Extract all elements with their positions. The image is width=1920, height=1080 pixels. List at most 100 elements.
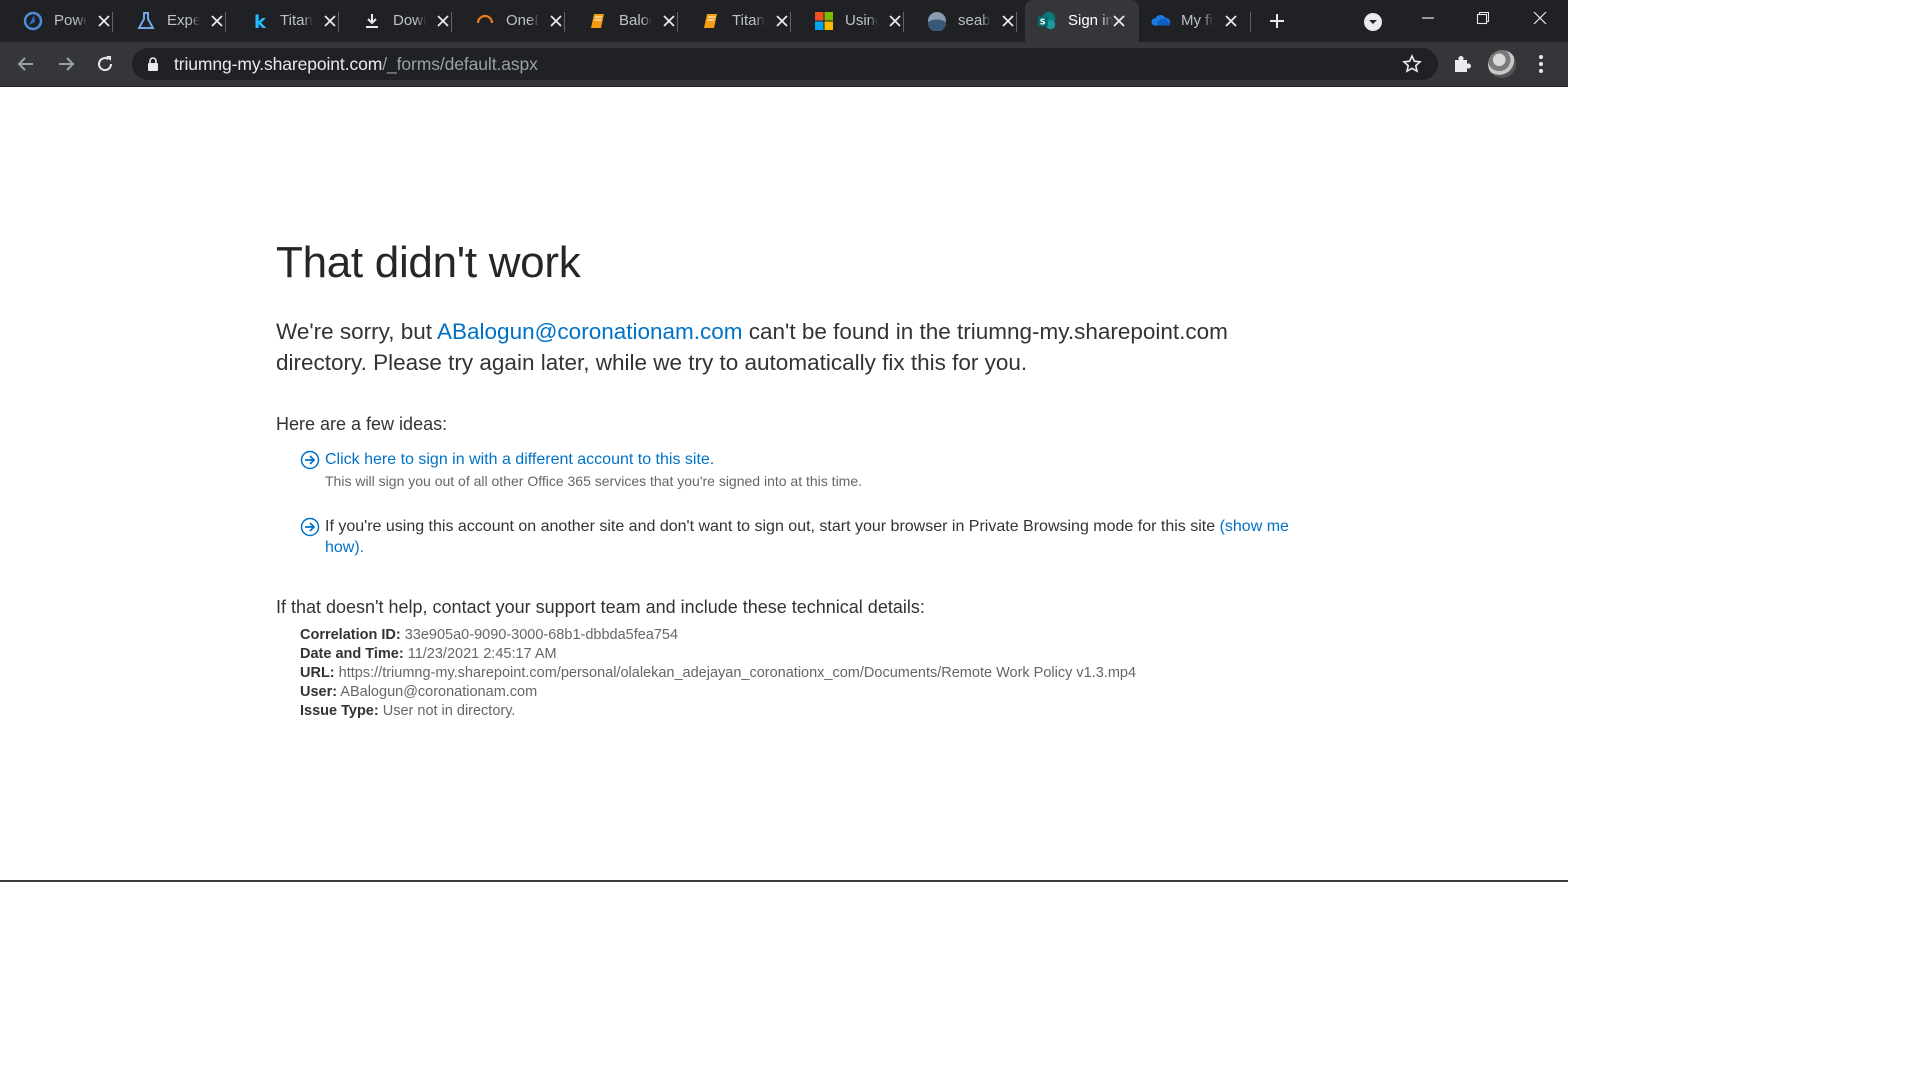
notebook-icon [588, 11, 608, 31]
tab-separator [1250, 12, 1251, 32]
detail-value: ABalogun@coronationam.com [337, 684, 538, 700]
url-text[interactable]: triumng-my.sharepoint.com/_forms/default… [174, 54, 538, 75]
arrow-circle-icon [300, 517, 320, 537]
close-window-button[interactable] [1517, 4, 1563, 32]
detail-date-time: Date and Time: 11/23/2021 2:45:17 AM [300, 645, 1136, 664]
tab-titanic[interactable]: k Titanic [226, 0, 339, 42]
minimize-button[interactable] [1405, 4, 1451, 32]
detail-user: User: ABalogun@coronationam.com [300, 683, 1136, 702]
detail-label: Date and Time: [300, 646, 404, 662]
close-tab-icon[interactable] [1223, 13, 1239, 29]
page-title: That didn't work [276, 238, 581, 287]
detail-value: 33e905a0-9090-3000-68b1-dbbda5fea754 [400, 627, 679, 643]
technical-details: Correlation ID: 33e905a0-9090-3000-68b1-… [300, 626, 1136, 721]
error-message: We're sorry, but ABalogun@coronationam.c… [276, 316, 1286, 378]
close-tab-icon[interactable] [887, 13, 903, 29]
tab-separator [1016, 12, 1017, 32]
tab-title: Balogun [619, 12, 652, 29]
restore-icon [1476, 11, 1490, 25]
tab-title: My files [1181, 12, 1213, 29]
microsoft-logo-icon [814, 11, 834, 31]
tab-title: Experiments [167, 12, 200, 29]
close-tab-icon[interactable] [435, 13, 451, 29]
url-host: triumng-my.sharepoint.com [174, 54, 383, 74]
detail-correlation-id: Correlation ID: 33e905a0-9090-3000-68b1-… [300, 626, 1136, 645]
extensions-puzzle-icon[interactable] [1451, 53, 1473, 80]
download-icon [362, 11, 382, 31]
tab-my-files[interactable]: My files [1139, 0, 1251, 42]
forward-button[interactable] [53, 51, 79, 77]
detail-label: Correlation ID: [300, 627, 401, 643]
close-tab-icon[interactable] [1111, 13, 1127, 29]
flask-icon [136, 11, 156, 31]
tab-balogun[interactable]: Balogun [565, 0, 678, 42]
tab-onedrive[interactable]: OneDrive [452, 0, 565, 42]
chevron-down-circle-icon [1364, 13, 1382, 31]
tab-title: Sign in [1068, 12, 1113, 29]
tab-search-button[interactable] [1361, 10, 1385, 34]
reload-icon [98, 56, 113, 72]
private-browsing-text: If you're using this account on another … [325, 518, 1220, 535]
seaborn-icon [927, 11, 947, 31]
close-tab-icon[interactable] [96, 13, 112, 29]
address-bar[interactable]: triumng-my.sharepoint.com/_forms/default… [132, 48, 1438, 80]
detail-issue-type: Issue Type: User not in directory. [300, 702, 1136, 721]
sharepoint-icon: S [1037, 11, 1057, 31]
tab-experiments[interactable]: Experiments [113, 0, 226, 42]
back-arrow-icon [17, 57, 33, 71]
tab-seaborn[interactable]: seaborn [904, 0, 1017, 42]
tab-title: seaborn [958, 12, 991, 29]
tab-strip: Power Experiments k Titanic Downloads On… [0, 0, 1568, 42]
tab-title: Titanic [280, 12, 313, 29]
ideas-heading: Here are a few ideas: [276, 414, 448, 434]
tab-power[interactable]: Power [0, 0, 113, 42]
bookmark-star-icon[interactable] [1402, 54, 1422, 79]
tab-using[interactable]: Using [791, 0, 904, 42]
detail-value: https://triumng-my.sharepoint.com/person… [334, 665, 1137, 681]
close-tab-icon[interactable] [322, 13, 338, 29]
profile-avatar[interactable] [1488, 50, 1516, 78]
svg-text:S: S [1040, 17, 1046, 27]
svg-text:k: k [254, 12, 267, 31]
close-tab-icon[interactable] [774, 13, 790, 29]
new-tab-button[interactable] [1264, 9, 1290, 33]
detail-url: URL: https://triumng-my.sharepoint.com/p… [300, 664, 1136, 683]
close-tab-icon[interactable] [1000, 13, 1016, 29]
idea-text: Click here to sign in with a different a… [325, 449, 1300, 492]
sign-out-note: This will sign you out of all other Offi… [325, 473, 863, 489]
power-automate-icon [23, 11, 43, 31]
support-help-text: If that doesn't help, contact your suppo… [276, 597, 925, 617]
tab-title: Power [54, 12, 87, 29]
tab-title: OneDrive [506, 12, 539, 29]
browser-menu-icon[interactable] [1532, 53, 1550, 80]
close-tab-icon[interactable] [209, 13, 225, 29]
onedrive-cloud-icon [1151, 11, 1171, 31]
window-bottom-edge [0, 880, 1568, 882]
detail-label: Issue Type: [300, 703, 379, 719]
tab-sign-in[interactable]: S Sign in [1025, 0, 1139, 42]
browser-toolbar: triumng-my.sharepoint.com/_forms/default… [0, 42, 1568, 87]
detail-label: User: [300, 684, 338, 700]
sign-in-different-account-link[interactable]: Click here to sign in with a different a… [325, 451, 714, 468]
plus-icon [1270, 14, 1284, 28]
account-email-link[interactable]: ABalogun@coronationam.com [437, 319, 743, 344]
lock-icon[interactable] [146, 56, 160, 77]
tab-title: Using [845, 12, 878, 29]
reload-button[interactable] [92, 51, 118, 77]
forward-arrow-icon [59, 57, 75, 71]
error-message-prefix: We're sorry, but [276, 319, 438, 344]
close-tab-icon[interactable] [661, 13, 677, 29]
restore-button[interactable] [1460, 4, 1506, 32]
close-icon [1533, 11, 1547, 25]
loading-spinner-icon [475, 11, 495, 31]
minimize-icon [1422, 17, 1434, 19]
kaggle-icon: k [249, 11, 269, 31]
tab-titanic-notebook[interactable]: Titanic [678, 0, 791, 42]
back-button[interactable] [13, 51, 39, 77]
detail-value: User not in directory. [378, 703, 516, 719]
detail-label: URL: [300, 665, 335, 681]
url-path: /_forms/default.aspx [382, 54, 538, 74]
tab-downloads[interactable]: Downloads [339, 0, 452, 42]
tab-title: Downloads [393, 12, 426, 29]
close-tab-icon[interactable] [548, 13, 564, 29]
